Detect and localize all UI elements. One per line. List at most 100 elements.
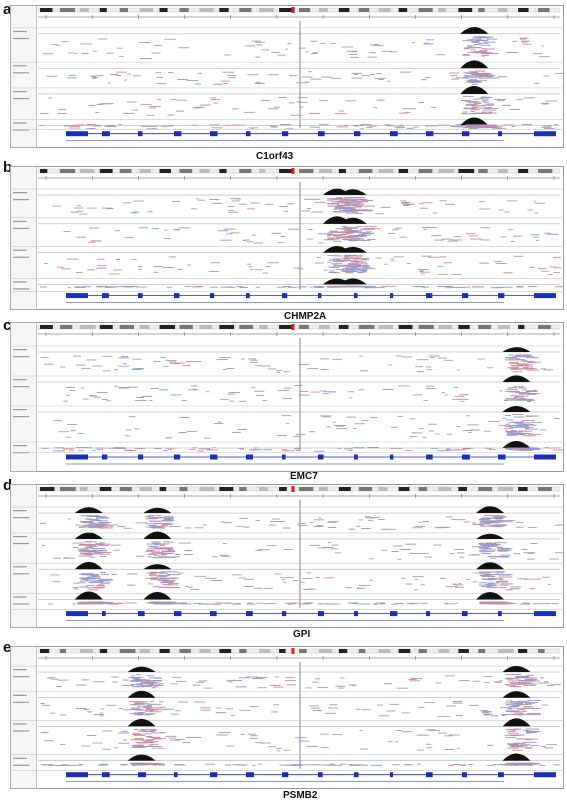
read (67, 287, 71, 288)
peak-read (507, 707, 518, 709)
track-name-text (13, 90, 27, 93)
read (225, 124, 235, 126)
peak-read (511, 735, 519, 736)
read (521, 41, 528, 43)
peak-read (80, 521, 95, 523)
peak-read (524, 430, 532, 432)
gene-model-exon (174, 611, 182, 617)
read (401, 356, 413, 358)
read (435, 433, 441, 435)
read (199, 680, 208, 682)
peak-read (148, 524, 156, 526)
peak-read (497, 574, 512, 576)
read (320, 733, 329, 735)
peak-read (513, 763, 522, 765)
peak-read (362, 258, 370, 259)
ideogram-band (79, 325, 96, 329)
ideogram-band (119, 8, 128, 12)
read (470, 238, 483, 240)
ideogram-band (358, 325, 375, 329)
track-name-text (13, 723, 27, 725)
read (198, 603, 211, 605)
peak-read (481, 104, 494, 106)
peak-read (479, 37, 489, 39)
ideogram-band (378, 8, 391, 12)
read (222, 369, 228, 370)
track-name-text (13, 281, 27, 283)
peak-read (348, 263, 359, 265)
read (494, 287, 504, 288)
read (355, 212, 363, 214)
read (348, 397, 353, 399)
peak-read (94, 586, 104, 588)
peak-read (485, 545, 494, 547)
read (429, 430, 435, 432)
read (348, 528, 355, 530)
ideogram-band (79, 487, 88, 491)
read (380, 602, 386, 604)
peak-read (349, 257, 361, 259)
peak-read (85, 546, 93, 548)
read (219, 357, 231, 359)
read (60, 268, 71, 270)
read (417, 706, 425, 708)
peak-read (480, 80, 487, 82)
peak-read (354, 203, 365, 205)
read (171, 676, 182, 678)
read (211, 127, 223, 129)
read (298, 394, 310, 396)
peak-read (513, 391, 520, 393)
read (527, 552, 534, 554)
read (547, 584, 552, 586)
read (134, 448, 146, 449)
gene-model-exon (426, 772, 433, 778)
read (411, 42, 416, 44)
read (438, 273, 448, 275)
read (527, 286, 537, 287)
read (385, 528, 396, 530)
read (531, 422, 543, 424)
peak-read (361, 240, 371, 242)
read (312, 681, 319, 683)
peak-read (522, 706, 530, 708)
read (166, 286, 172, 288)
peak-read (147, 516, 162, 518)
read (56, 685, 62, 687)
read (232, 574, 243, 576)
read (544, 602, 551, 604)
peak-read (137, 745, 144, 747)
peak-read (151, 541, 161, 543)
read (248, 127, 259, 129)
read (364, 516, 371, 518)
read (389, 703, 400, 705)
read (99, 715, 104, 717)
read (441, 392, 446, 394)
peak-read (527, 713, 541, 715)
ideogram-band (259, 487, 269, 491)
read (287, 43, 292, 45)
read (210, 580, 223, 581)
read (438, 357, 448, 359)
ideogram-band (338, 649, 348, 653)
read (541, 704, 549, 706)
ideogram-band (239, 8, 252, 12)
read (251, 678, 264, 680)
read (471, 286, 477, 288)
read (305, 51, 309, 53)
peak-read (342, 208, 356, 210)
read (320, 42, 326, 44)
peak-read (506, 764, 517, 766)
ideogram-band (119, 169, 132, 173)
peak-read (462, 127, 468, 129)
read (106, 400, 112, 402)
read (230, 715, 235, 716)
read (428, 256, 440, 258)
gene-model-exon (390, 772, 394, 778)
read (76, 236, 87, 238)
read (164, 229, 168, 231)
read (320, 415, 332, 417)
read (132, 358, 142, 360)
read (153, 448, 162, 450)
peak-read (140, 729, 150, 730)
peak-read (495, 526, 503, 528)
